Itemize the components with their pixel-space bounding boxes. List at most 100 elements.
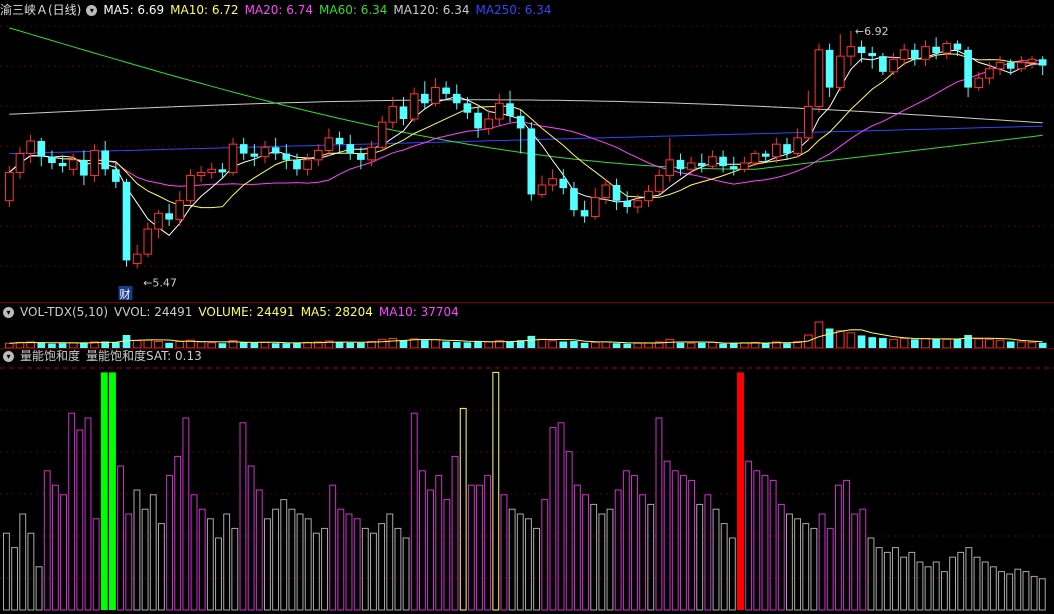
candle-body	[868, 53, 877, 57]
sat-bar	[916, 561, 924, 611]
sat-bar	[182, 417, 190, 611]
sat-bar	[84, 417, 92, 611]
sat-bar	[418, 470, 426, 611]
candle-body	[1017, 61, 1026, 70]
candle-body	[367, 146, 376, 161]
volume-bar	[879, 338, 887, 348]
candle-body	[644, 190, 653, 202]
sat-bar	[508, 508, 516, 611]
volume-chart[interactable]	[0, 320, 1054, 348]
candle-body	[559, 178, 568, 189]
candle-body	[484, 118, 494, 129]
pane-separator-1	[0, 302, 1054, 303]
volume-bar	[899, 337, 909, 348]
candle-body	[101, 150, 110, 170]
sat-bar	[932, 561, 940, 611]
sat-bar	[92, 518, 100, 611]
candle-body	[239, 144, 248, 154]
sat-legend-items: 量能饱和度 量能饱和度SAT: 0.13	[20, 349, 208, 363]
volume-bar	[399, 340, 408, 348]
sat-bar	[125, 513, 133, 611]
candle-body	[676, 159, 685, 170]
sat-bar	[231, 527, 239, 611]
candle-body	[154, 212, 163, 230]
candle-body	[995, 61, 1005, 70]
candle-body	[548, 178, 557, 186]
chevron-down-icon[interactable]: ▾	[86, 5, 98, 16]
sat-bar	[671, 470, 679, 611]
candle-body	[250, 153, 259, 157]
low-price-label: ←5.47	[143, 276, 177, 289]
candle-body	[516, 115, 525, 129]
candle-body	[399, 106, 408, 119]
volume-bar	[942, 338, 952, 348]
sat-bar	[728, 537, 736, 611]
sat-bar	[761, 475, 769, 611]
candle-body	[729, 166, 738, 170]
volume-bar	[388, 337, 398, 348]
vol_legend-item-0: VOL-TDX(5,10)	[20, 305, 109, 319]
candle-body	[857, 46, 866, 53]
sat-bar	[492, 371, 500, 611]
sat-bar	[565, 451, 573, 611]
vol-legend-items: VOL-TDX(5,10) VVOL: 24491 VOLUME: 24491 MA5…	[20, 305, 465, 319]
candle-body	[803, 105, 813, 139]
candle-body	[112, 169, 120, 182]
volume-bar	[857, 335, 866, 348]
candle-body	[1006, 62, 1015, 69]
candle-body	[90, 149, 99, 177]
sat-bar	[582, 494, 589, 611]
volume-bar	[995, 339, 1005, 348]
sat-bar	[973, 556, 981, 611]
volume-bar	[527, 335, 536, 348]
sat-bar	[614, 489, 622, 611]
volume-bar	[431, 339, 440, 348]
sat-bar	[451, 455, 459, 611]
main_legend-item-0: MA5: 6.69	[103, 3, 165, 17]
main_legend-item-2: MA20: 6.74	[244, 3, 313, 17]
sat-bar	[166, 475, 173, 611]
chevron-down-icon[interactable]: ▾	[3, 307, 14, 318]
sat-bar	[410, 412, 418, 611]
volume-bar	[911, 339, 919, 348]
volume-bar	[825, 328, 834, 348]
sat-bar	[1006, 573, 1014, 611]
candle-body	[697, 163, 706, 167]
saturation-chart[interactable]	[0, 364, 1054, 612]
main_legend-item-3: MA60: 6.34	[319, 3, 388, 17]
candle-body	[293, 159, 301, 170]
main_legend-item-1: MA10: 6.72	[170, 3, 239, 17]
candle-body	[15, 153, 25, 173]
candle-body	[580, 210, 589, 217]
sat-bar	[688, 479, 695, 611]
candle-body	[601, 184, 611, 199]
candle-body	[686, 162, 696, 170]
sat-bar	[223, 513, 231, 611]
sat-bar	[965, 547, 973, 611]
volume-bar	[868, 337, 877, 348]
sat-bar	[590, 503, 598, 611]
candle-body	[377, 121, 387, 148]
sat-bar	[280, 499, 288, 611]
candle-body	[708, 156, 717, 167]
candle-body	[324, 137, 334, 151]
sat-bar	[157, 523, 165, 611]
main_legend-item-4: MA120: 6.34	[393, 3, 470, 17]
sat-bar	[190, 494, 198, 611]
stock-name: 渝三峡Ａ(日线)	[0, 3, 82, 17]
chevron-down-icon[interactable]: ▾	[3, 351, 14, 362]
sat-bar	[639, 494, 647, 611]
vol_legend-item-3: MA5: 28204	[300, 305, 373, 319]
candle-body	[964, 49, 972, 88]
candle-body	[165, 213, 173, 220]
price-chart[interactable]: ←6.92 ←5.47 财	[0, 0, 1054, 300]
main-legend: 渝三峡Ａ(日线) ▾ MA5: 6.69 MA10: 6.72 MA20: 6.74 MA…	[0, 2, 564, 18]
high-price-label: ←6.92	[855, 25, 889, 38]
volume-bar	[953, 338, 962, 348]
candle-body	[37, 141, 46, 157]
candle-body	[388, 105, 398, 123]
candle-body	[506, 103, 514, 116]
sat-bar	[606, 508, 614, 611]
sat-bar	[361, 527, 369, 611]
volume-bar	[964, 335, 972, 348]
